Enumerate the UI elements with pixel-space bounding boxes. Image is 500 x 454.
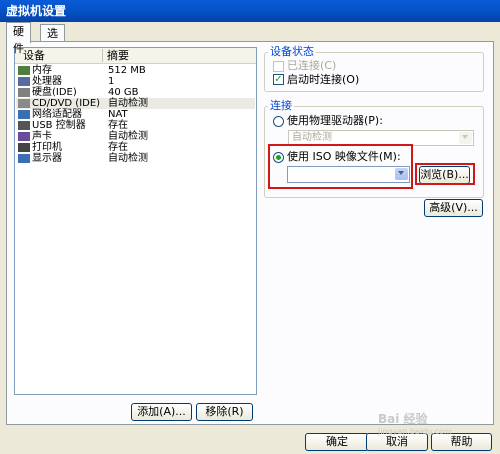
sound-icon xyxy=(18,132,30,141)
device-summary: 512 MB xyxy=(108,65,146,76)
device-row[interactable]: 网络适配器 NAT xyxy=(16,109,255,120)
device-summary: 存在 xyxy=(108,142,128,153)
advanced-button[interactable]: 高级(V)... xyxy=(424,199,483,217)
device-row[interactable]: 处理器 1 xyxy=(16,76,255,87)
network-adapter-icon xyxy=(18,110,30,119)
device-row[interactable]: 内存 512 MB xyxy=(16,65,255,76)
connected-label: 已连接(C) xyxy=(287,59,337,72)
device-name: 硬盘(IDE) xyxy=(32,87,77,98)
connected-checkbox[interactable] xyxy=(273,61,284,72)
device-summary: 自动检测 xyxy=(108,98,148,109)
remove-button[interactable]: 移除(R) xyxy=(196,403,253,421)
printer-icon xyxy=(18,143,30,152)
hard-disk-icon xyxy=(18,88,30,97)
device-name: 内存 xyxy=(32,65,52,76)
device-row[interactable]: 硬盘(IDE) 40 GB xyxy=(16,87,255,98)
browse-highlight-box xyxy=(415,163,475,185)
device-name: 处理器 xyxy=(32,76,62,87)
device-list[interactable]: 设备 摘要 内存 512 MB 处理器 1 硬盘(IDE) 40 GB CD/DVD (ID… xyxy=(14,47,257,395)
connect-at-power-on-label: 启动时连接(O) xyxy=(287,73,360,86)
physical-drive-label: 使用物理驱动器(P): xyxy=(287,114,383,127)
connection-title: 连接 xyxy=(268,99,294,112)
usb-icon xyxy=(18,121,30,130)
column-header-summary[interactable]: 摘要 xyxy=(107,48,129,63)
device-row[interactable]: USB 控制器 存在 xyxy=(16,120,255,131)
physical-drive-radio[interactable] xyxy=(273,116,284,127)
device-list-header: 设备 摘要 xyxy=(15,48,256,64)
ok-button[interactable]: 确定 xyxy=(305,433,369,451)
cd-dvd-icon xyxy=(18,99,30,108)
tab-options[interactable]: 选项 xyxy=(40,24,65,57)
device-name: USB 控制器 xyxy=(32,120,86,131)
device-status-title: 设备状态 xyxy=(268,45,316,58)
device-summary: 40 GB xyxy=(108,87,139,98)
device-summary: 1 xyxy=(108,76,115,87)
device-row[interactable]: CD/DVD (IDE) 自动检测 xyxy=(16,98,255,109)
processor-icon xyxy=(18,77,30,86)
watermark-sub: jingyan.baidu.com xyxy=(378,427,452,436)
physical-drive-value: 自动检测 xyxy=(292,132,332,143)
device-row[interactable]: 显示器 自动检测 xyxy=(16,153,255,164)
connect-at-power-on-checkbox[interactable]: ✓ xyxy=(273,74,284,85)
device-row[interactable]: 打印机 存在 xyxy=(16,142,255,153)
watermark-text: Bai 经验 xyxy=(378,412,428,426)
chevron-down-icon xyxy=(459,132,472,144)
tab-hardware[interactable]: 硬件 xyxy=(6,22,31,55)
add-button[interactable]: 添加(A)... xyxy=(131,403,192,421)
device-name: 网络适配器 xyxy=(32,109,82,120)
device-name: 声卡 xyxy=(32,131,52,142)
device-summary: 存在 xyxy=(108,120,128,131)
device-summary: 自动检测 xyxy=(108,153,148,164)
device-name: 显示器 xyxy=(32,153,62,164)
device-status-group xyxy=(264,52,484,92)
device-row[interactable]: 声卡 自动检测 xyxy=(16,131,255,142)
device-name: CD/DVD (IDE) xyxy=(32,98,101,109)
baidu-watermark: Bai 经验 jingyan.baidu.com xyxy=(378,410,452,436)
device-summary: NAT xyxy=(108,109,128,120)
column-header-device[interactable]: 设备 xyxy=(23,48,45,63)
device-summary: 自动检测 xyxy=(108,131,148,142)
memory-icon xyxy=(18,66,30,75)
window-title: 虚拟机设置 xyxy=(6,4,67,18)
device-name: 打印机 xyxy=(32,142,62,153)
window-title-bar: 虚拟机设置 xyxy=(0,0,500,22)
display-icon xyxy=(18,154,30,163)
iso-highlight-box xyxy=(268,144,413,189)
